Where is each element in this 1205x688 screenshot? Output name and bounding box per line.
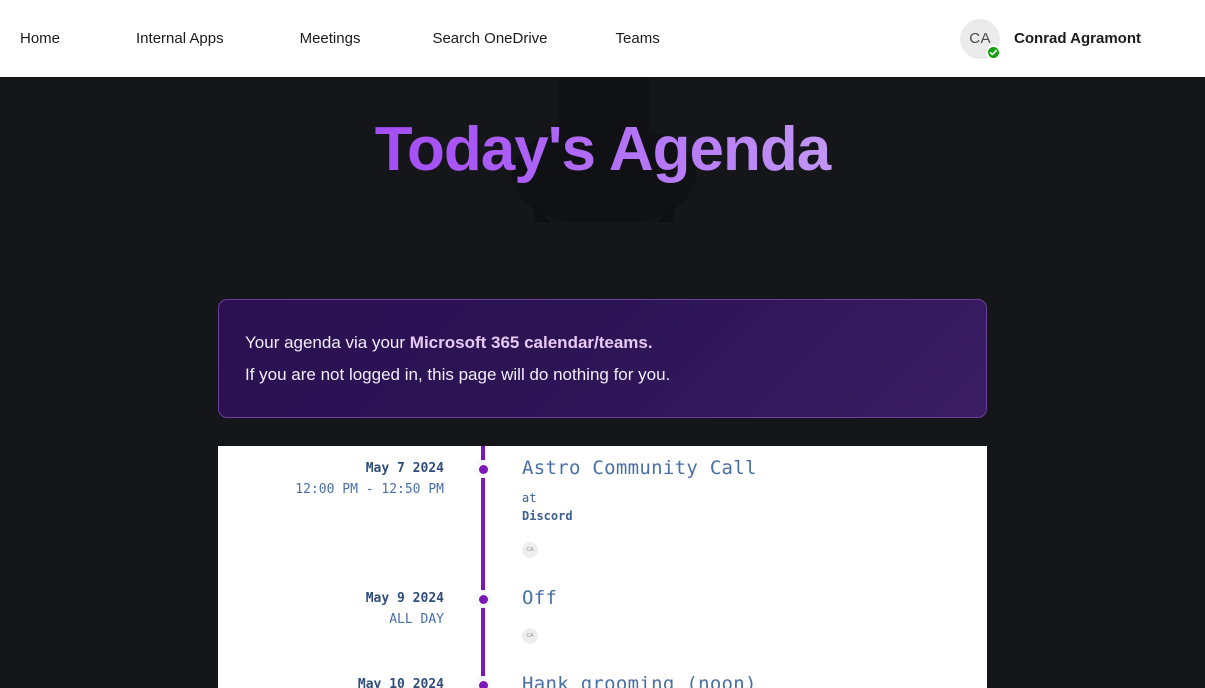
event-when: May 10 2024 11:45 AM - 1:00 PM: [218, 662, 470, 688]
event-when: May 7 2024 12:00 PM - 12:50 PM: [218, 446, 470, 500]
timeline-axis: [470, 576, 496, 662]
attendee-avatar[interactable]: CA: [522, 542, 538, 558]
user-profile[interactable]: CA Conrad Agramont: [960, 18, 1141, 60]
event-details: Off CA: [496, 576, 987, 662]
nav-item-meetings[interactable]: Meetings: [290, 24, 371, 53]
event-date: May 7 2024: [365, 461, 444, 476]
site-header: Home Internal Apps Meetings Search OneDr…: [0, 0, 1205, 77]
agenda-timeline: May 7 2024 12:00 PM - 12:50 PM Astro Com…: [218, 446, 987, 688]
event-title[interactable]: Hank grooming (noon): [522, 671, 987, 688]
event-time: ALL DAY: [389, 612, 444, 627]
event-date: May 10 2024: [357, 677, 444, 688]
nav-item-home[interactable]: Home: [10, 24, 70, 53]
main-navigation: Home Internal Apps Meetings Search OneDr…: [0, 24, 960, 53]
event-attendees: CA: [522, 628, 987, 644]
avatar[interactable]: CA: [960, 18, 1002, 60]
event-title[interactable]: Astro Community Call: [522, 455, 987, 481]
nav-item-teams[interactable]: Teams: [606, 24, 670, 53]
agenda-card: May 7 2024 12:00 PM - 12:50 PM Astro Com…: [218, 446, 987, 688]
timeline-line: [481, 576, 485, 662]
event-details: Astro Community Call at Discord CA: [496, 446, 987, 576]
banner-line-1: Your agenda via your Microsoft 365 calen…: [245, 327, 960, 359]
event-attendees: CA: [522, 542, 987, 558]
event-details: Hank grooming (noon): [496, 662, 987, 688]
banner-text-strong: Microsoft 365 calendar/teams.: [409, 333, 653, 352]
timeline-axis: [470, 662, 496, 688]
banner-line-2: If you are not logged in, this page will…: [245, 365, 671, 384]
hero-section: Today's Agenda: [0, 77, 1205, 222]
attendee-avatar[interactable]: CA: [522, 628, 538, 644]
info-banner: Your agenda via your Microsoft 365 calen…: [218, 299, 987, 418]
timeline-marker-dot: [474, 590, 492, 608]
banner-text-prefix: Your agenda via your: [245, 333, 410, 352]
event-at-label: at: [522, 491, 537, 505]
timeline-event: May 9 2024 ALL DAY Off CA: [218, 576, 987, 662]
timeline-event: May 10 2024 11:45 AM - 1:00 PM Hank groo…: [218, 662, 987, 688]
presence-available-icon: [986, 44, 1002, 60]
timeline-marker-dot: [474, 460, 492, 478]
nav-item-search-onedrive[interactable]: Search OneDrive: [422, 24, 557, 53]
user-name: Conrad Agramont: [1014, 30, 1141, 47]
timeline-axis: [470, 446, 496, 576]
event-location: Discord: [522, 509, 573, 523]
timeline-marker-dot: [474, 676, 492, 688]
event-date: May 9 2024: [365, 591, 444, 606]
event-when: May 9 2024 ALL DAY: [218, 576, 470, 630]
timeline-event: May 7 2024 12:00 PM - 12:50 PM Astro Com…: [218, 446, 987, 576]
page-title: Today's Agenda: [0, 77, 1205, 222]
nav-item-internal-apps[interactable]: Internal Apps: [126, 24, 234, 53]
event-time: 12:00 PM - 12:50 PM: [295, 482, 444, 497]
event-title[interactable]: Off: [522, 585, 987, 611]
